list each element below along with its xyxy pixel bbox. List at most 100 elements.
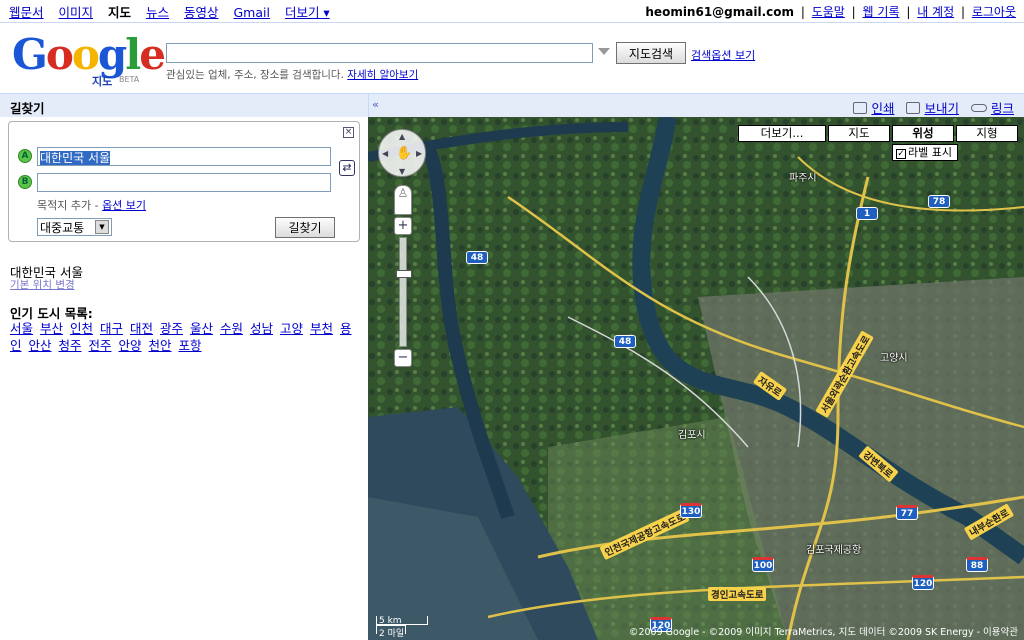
zoom-in-button[interactable]: + [394,217,412,235]
pan-control[interactable]: ▲ ▼ ◀ ▶ ✋ [378,129,426,177]
nav-link-news[interactable]: 뉴스 [146,5,169,20]
map-type-more-button[interactable]: 더보기... [738,125,826,142]
marker-b-icon: B [18,175,32,189]
route-shield: 1 [856,207,878,220]
hand-icon: ✋ [396,146,413,161]
google-maps-logo[interactable]: Google 지도 BETA [12,33,166,89]
swap-directions-icon[interactable]: ⇄ [339,160,355,176]
zoom-out-button[interactable]: − [394,349,412,367]
route-shield: 77 [896,505,918,520]
get-directions-button[interactable]: 길찾기 [275,217,335,238]
collapse-panel-icon[interactable]: « [368,94,382,118]
add-destination: 목적지 추가 - 옵션 보기 [37,199,147,212]
city-link[interactable]: 대구 [100,321,123,336]
pan-up-icon[interactable]: ▲ [399,132,405,141]
city-link[interactable]: 천안 [149,338,172,353]
nav-link-web[interactable]: 웹문서 [9,5,44,20]
link-link[interactable]: 링크 [991,98,1014,117]
to-input[interactable] [37,173,331,192]
web-history-link[interactable]: 웹 기록 [863,5,900,19]
show-labels-checkbox[interactable]: ✓ 라벨 표시 [892,144,958,161]
map-type-satellite-button[interactable]: 위성 [892,125,954,142]
place-label: 고양시 [880,353,908,364]
nav-link-gmail[interactable]: Gmail [234,5,270,20]
print-action[interactable]: 인쇄 [853,98,894,117]
map-actions: 인쇄 보내기 링크 [853,98,1014,117]
nav-link-images[interactable]: 이미지 [59,5,94,20]
city-link[interactable]: 안양 [119,338,142,353]
city-link[interactable]: 안산 [29,338,52,353]
learn-more-link[interactable]: 자세히 알아보기 [347,69,418,81]
city-link[interactable]: 청주 [59,338,82,353]
help-link[interactable]: 도움말 [812,5,845,19]
user-email: heomin61@gmail.com [645,4,795,19]
satellite-imagery [368,117,1024,640]
close-icon[interactable]: × [343,127,354,138]
search-hint: 관심있는 업체, 주소, 장소를 검색합니다. 자세히 알아보기 [166,69,419,81]
nav-link-more[interactable]: 더보기 ▾ [285,5,330,20]
panel-title: 길찾기 [10,101,45,116]
pan-left-icon[interactable]: ◀ [382,149,388,158]
place-label: 김포국제공항 [806,545,862,556]
city-link[interactable]: 전주 [89,338,112,353]
city-link[interactable]: 대전 [130,321,153,336]
change-default-location-link[interactable]: 기본 위치 변경 [10,277,75,292]
link-action[interactable]: 링크 [970,98,1014,117]
map-copyright: ©2009 Google - ©2009 이미지 TerraMetrics, 지… [628,627,1018,638]
route-shield: 48 [466,251,488,264]
route-shield: 100 [752,557,774,572]
zoom-slider-thumb[interactable] [396,270,412,278]
search-options-link[interactable]: 검색옵션 보기 [691,47,755,63]
zoom-slider[interactable] [396,237,412,347]
map-search-button[interactable]: 지도검색 [616,42,686,64]
my-account-link[interactable]: 내 계정 [917,5,954,19]
popular-cities-list: 서울 부산 인천 대구 대전 광주 울산 수원 성남 고양 부천 용인 안산 청… [10,320,360,354]
pan-down-icon[interactable]: ▼ [399,167,405,176]
city-link[interactable]: 성남 [250,321,273,336]
city-link[interactable]: 부천 [310,321,333,336]
chain-link-icon [970,103,987,112]
route-options-link[interactable]: 옵션 보기 [102,199,146,212]
printer-icon [853,101,868,114]
search-history-dropdown-icon[interactable] [598,48,610,55]
scale-bar: 5 km 2 마일 [376,616,428,639]
account-links: heomin61@gmail.com | 도움말 | 웹 기록 | 내 계정 |… [645,4,1016,19]
road-label: 경인고속도로 [708,587,767,601]
city-link[interactable]: 부산 [40,321,63,336]
nav-link-maps[interactable]: 지도 [108,5,131,20]
map-type-terrain-button[interactable]: 지형 [956,125,1018,142]
dropdown-arrow-icon: ▼ [95,220,109,234]
map-view[interactable]: 파주시 고양시 김포시 김포국제공항 자유로 서울외곽순환고속도로 강변북로 인… [368,117,1024,640]
pan-right-icon[interactable]: ▶ [416,149,422,158]
city-link[interactable]: 인천 [70,321,93,336]
logout-link[interactable]: 로그아웃 [972,5,1016,19]
from-input[interactable]: 대한민국 서울 [37,147,331,166]
search-input[interactable] [166,43,593,63]
route-shield: 48 [614,335,636,348]
route-shield: 130 [680,503,702,518]
city-link[interactable]: 서울 [10,321,33,336]
city-link[interactable]: 수원 [220,321,243,336]
checkbox-checked-icon: ✓ [896,149,906,159]
map-type-map-button[interactable]: 지도 [828,125,890,142]
map-type-controls: 더보기... 지도 위성 지형 [738,125,1018,142]
route-shield: 88 [966,557,988,572]
city-link[interactable]: 광주 [160,321,183,336]
place-label: 김포시 [678,430,706,441]
marker-a-icon: A [18,149,32,163]
city-link[interactable]: 고양 [280,321,303,336]
service-links: 웹문서 이미지 지도 뉴스 동영상 Gmail 더보기 ▾ [9,2,330,21]
envelope-icon [906,101,921,114]
top-nav: 웹문서 이미지 지도 뉴스 동영상 Gmail 더보기 ▾ heomin61@g… [0,0,1024,22]
directions-form: × A 대한민국 서울 B ⇄ 목적지 추가 - 옵션 보기 대중교통 ▼ 길찾… [8,121,360,242]
header: Google 지도 BETA 지도검색 검색옵션 보기 관심있는 업체, 주소,… [0,22,1024,93]
nav-link-video[interactable]: 동영상 [184,5,219,20]
city-link[interactable]: 포항 [179,338,202,353]
travel-mode-select[interactable]: 대중교통 ▼ [37,218,112,236]
street-view-pegman-icon[interactable]: ♙ [394,185,412,215]
city-link[interactable]: 울산 [190,321,213,336]
print-link[interactable]: 인쇄 [871,98,894,117]
send-action[interactable]: 보내기 [906,98,959,117]
route-shield: 120 [912,575,934,590]
send-link[interactable]: 보내기 [924,98,959,117]
